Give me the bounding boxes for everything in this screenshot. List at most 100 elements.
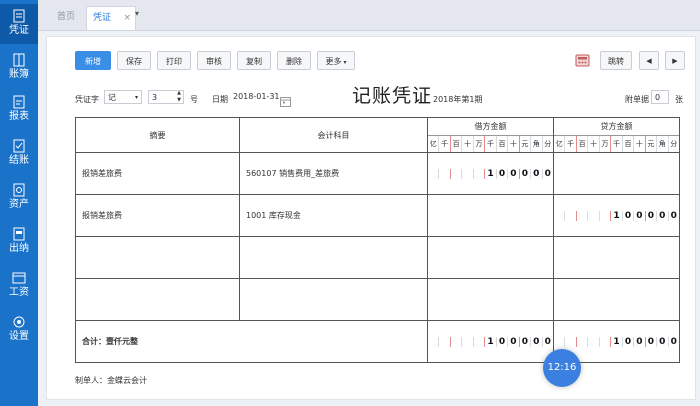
- close-account-icon: [0, 138, 38, 154]
- sidebar-item-voucher[interactable]: 凭证: [0, 4, 38, 44]
- tab-voucher-label: 凭证: [93, 13, 112, 23]
- sidebar-item-ledger[interactable]: 账簿: [0, 48, 38, 88]
- attachments-label: 附单据: [625, 95, 649, 104]
- amount-digit: 0: [541, 336, 553, 347]
- asset-icon: [0, 182, 38, 198]
- amount-digit: [449, 336, 461, 347]
- credit-column-header: 贷方金额 亿千百十万千百十元角分: [553, 117, 680, 153]
- table-row: [75, 278, 680, 321]
- sidebar-item-report[interactable]: 报表: [0, 90, 38, 130]
- amount-digit: 0: [518, 168, 530, 179]
- credit-cell[interactable]: [553, 278, 680, 321]
- account-cell[interactable]: [239, 278, 428, 321]
- credit-cell[interactable]: [553, 152, 680, 195]
- sidebar-item-payroll[interactable]: 工资: [0, 266, 38, 306]
- date-label: 日期: [212, 95, 228, 104]
- page-title: 记账凭证: [352, 85, 433, 107]
- calculator-icon[interactable]: [575, 53, 590, 68]
- amount-digit: 0: [621, 210, 633, 221]
- debit-cell[interactable]: [427, 236, 554, 279]
- attachments-input[interactable]: 0: [651, 90, 669, 104]
- table-row: [75, 236, 680, 279]
- debit-cell[interactable]: [427, 194, 554, 237]
- sidebar-item-asset[interactable]: 资产: [0, 178, 38, 218]
- audit-button[interactable]: 审核: [197, 51, 231, 70]
- sidebar-item-close-account[interactable]: 结账: [0, 134, 38, 174]
- payroll-icon: [0, 270, 38, 286]
- credit-digit-units: 亿千百十万千百十元角分: [554, 136, 679, 152]
- amount-digit: [598, 336, 610, 347]
- account-cell[interactable]: 560107 销售费用_差旅费: [239, 152, 428, 195]
- next-voucher-button[interactable]: ▶: [665, 51, 685, 70]
- amount-digit: [438, 168, 449, 179]
- amount-digit: 1: [484, 168, 495, 179]
- digit-unit-label: 十: [461, 136, 472, 152]
- debit-cell[interactable]: 100000: [427, 152, 554, 195]
- amount-digit: 0: [667, 336, 679, 347]
- digit-unit-label: 万: [472, 136, 484, 152]
- debit-amount: 100000: [428, 168, 553, 179]
- summary-cell[interactable]: 报销差旅费: [75, 194, 240, 237]
- close-icon[interactable]: ×: [123, 7, 131, 29]
- save-button[interactable]: 保存: [117, 51, 151, 70]
- voucher-number-value: 3: [152, 93, 158, 102]
- settings-icon: [0, 314, 38, 330]
- tab-voucher[interactable]: 凭证 ×: [86, 6, 136, 30]
- debit-column-title: 借方金额: [428, 118, 553, 136]
- amount-digit: [554, 211, 564, 221]
- account-cell[interactable]: [239, 236, 428, 279]
- prev-voucher-button[interactable]: ◀: [639, 51, 659, 70]
- amount-digit: 0: [495, 168, 507, 179]
- more-button-label: 更多: [325, 57, 342, 66]
- amount-digit: [438, 336, 449, 347]
- stepper-arrows-icon[interactable]: ▲ ▼: [177, 90, 181, 104]
- sidebar-item-label: 资产: [9, 199, 29, 210]
- digit-unit-label: 亿: [429, 140, 437, 148]
- sidebar-item-label: 工资: [9, 287, 29, 298]
- jump-button[interactable]: 跳转: [600, 51, 632, 70]
- credit-cell[interactable]: 100000: [553, 194, 680, 237]
- debit-cell[interactable]: [427, 278, 554, 321]
- digit-unit-label: 百: [621, 136, 633, 152]
- delete-button[interactable]: 删除: [277, 51, 311, 70]
- sidebar-item-label: 账簿: [9, 69, 29, 80]
- digit-unit-label: 元: [644, 136, 656, 152]
- new-button[interactable]: 新增: [75, 51, 111, 70]
- total-debit-cell: 100000: [427, 320, 554, 363]
- more-button[interactable]: 更多 ▾: [317, 51, 355, 70]
- calendar-icon[interactable]: [280, 92, 291, 107]
- timer-badge: 12:16: [543, 349, 581, 387]
- amount-digit: [461, 168, 472, 179]
- amount-digit: 0: [518, 336, 530, 347]
- debit-column-header: 借方金额 亿千百十万千百十元角分: [427, 117, 554, 153]
- digit-unit-label: 十: [507, 136, 518, 152]
- voucher-panel: 新增 保存 打印 审核 复制 删除 更多 ▾ 跳转 ◀ ▶ 凭证字 记 ▾ 3 ▲…: [46, 36, 696, 400]
- total-label: 合计：壹仟元整: [75, 320, 428, 363]
- summary-cell[interactable]: [75, 278, 240, 321]
- copy-button[interactable]: 复制: [237, 51, 271, 70]
- credit-cell[interactable]: [553, 236, 680, 279]
- tab-more-dropdown-icon[interactable]: ▾: [135, 9, 139, 18]
- summary-column-header: 摘要: [75, 117, 240, 153]
- total-debit-amount: 100000: [428, 336, 553, 347]
- chevron-down-icon: ▾: [343, 59, 347, 66]
- summary-cell[interactable]: 报销差旅费: [75, 152, 240, 195]
- digit-unit-label: 千: [438, 136, 449, 152]
- digit-unit-label: 角: [656, 136, 667, 152]
- sidebar-item-settings[interactable]: 设置: [0, 310, 38, 350]
- voucher-number-stepper[interactable]: 3 ▲ ▼: [148, 90, 184, 104]
- digit-unit-label: 百: [575, 136, 587, 152]
- amount-digit: [461, 336, 472, 347]
- sidebar-item-cashier[interactable]: 出纳: [0, 222, 38, 262]
- amount-digit: 0: [621, 336, 633, 347]
- voucher-word-select[interactable]: 记 ▾: [104, 90, 142, 104]
- amount-digit: [554, 337, 564, 347]
- amount-digit: [472, 336, 484, 347]
- print-button[interactable]: 打印: [157, 51, 191, 70]
- tab-home[interactable]: 首页: [46, 6, 86, 30]
- table-row: 报销差旅费 560107 销售费用_差旅费 1 0 0 0 0 0: [75, 152, 680, 195]
- digit-unit-label: 分: [667, 136, 679, 152]
- account-cell[interactable]: 1001 库存现金: [239, 194, 428, 237]
- summary-cell[interactable]: [75, 236, 240, 279]
- report-icon: [0, 94, 38, 110]
